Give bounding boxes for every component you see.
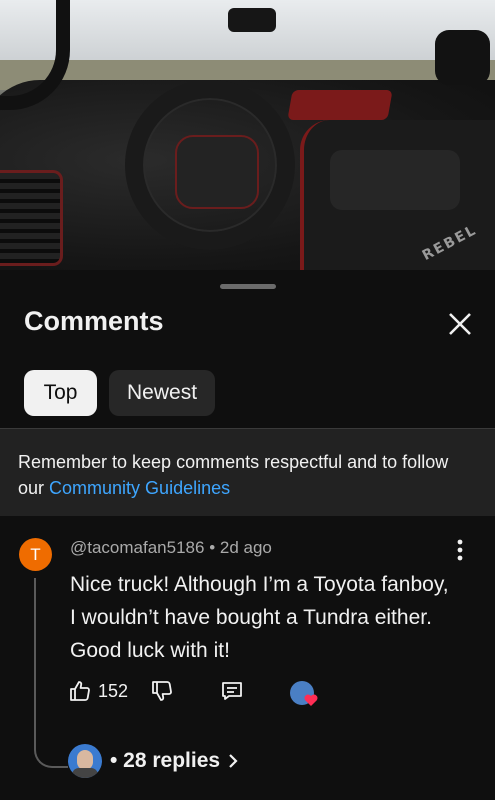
more-vert-icon [457,539,463,561]
community-guidelines-link[interactable]: Community Guidelines [49,478,230,498]
comment-text: Nice truck! Although I’m a Toyota fanboy… [70,573,449,662]
comments-sheet: Comments Top Newest Remember to keep com… [0,270,495,800]
view-replies-button[interactable]: • 28 replies [68,744,240,778]
video-mirror [228,8,276,32]
like-count: 152 [98,680,129,701]
creator-heart-icon [304,694,318,706]
commenter-avatar[interactable]: T [19,538,52,571]
video-door-trim [287,90,393,120]
replies-count: • 28 replies [110,749,221,772]
chip-top[interactable]: Top [24,370,97,416]
creator-heart-badge [290,681,318,709]
reply-avatar-face [77,750,93,770]
chip-newest[interactable]: Newest [109,370,216,416]
close-icon [449,313,471,335]
close-button[interactable] [446,310,474,338]
video-headrest [435,30,490,85]
comment-author[interactable]: @tacomafan5186 [70,538,204,557]
like-button[interactable]: 152 [68,676,128,706]
video-wheel-hub [175,135,259,209]
chevron-right-icon [229,754,238,768]
drag-handle[interactable] [220,284,276,289]
comment-more-button[interactable] [450,536,470,564]
reply-avatar-shirt [72,768,98,778]
video-console [330,150,460,210]
comment-meta: @tacomafan5186 • 2d ago [70,538,272,558]
dislike-button[interactable] [150,676,174,706]
sort-chips: Top Newest [24,370,216,416]
video-player[interactable]: REBEL [0,0,495,270]
sheet-title: Comments [24,306,164,336]
community-notice: Remember to keep comments respectful and… [0,428,495,516]
avatar-initial: T [30,544,41,564]
comment-time: 2d ago [219,538,272,557]
reply-avatar [68,744,102,778]
meta-separator: • [204,538,220,557]
reply-button[interactable] [220,676,244,706]
thread-line [34,578,68,768]
comment-icon [222,682,242,700]
thumb-up-icon [70,681,90,701]
video-vent [0,170,63,266]
thumb-down-icon [152,681,172,701]
